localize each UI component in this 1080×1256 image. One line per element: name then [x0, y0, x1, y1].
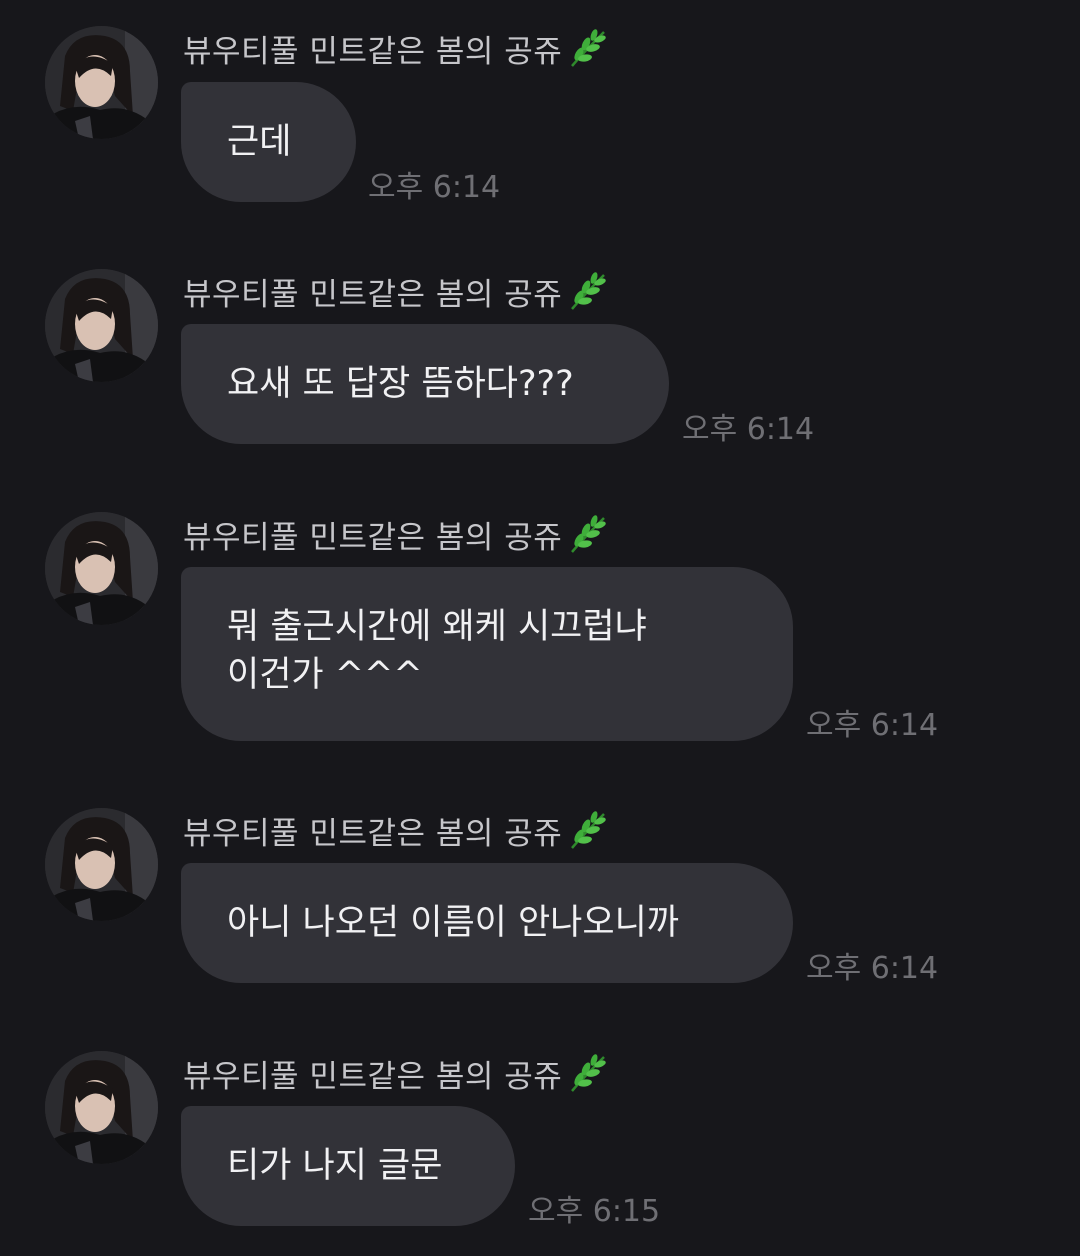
sender-header: 뷰우티풀 민트같은 봄의 공쥬	[183, 1051, 610, 1095]
sender-header: 뷰우티풀 민트같은 봄의 공쥬	[183, 26, 610, 70]
leaf-emoji-icon	[566, 26, 610, 70]
profile-photo	[45, 1051, 158, 1164]
message-time: 오후 6:15	[528, 1194, 661, 1229]
chat-message-list: 뷰우티풀 민트같은 봄의 공쥬 근데 오후 6:14 뷰우티풀 민트같은 봄의 …	[0, 0, 1080, 1256]
leaf-emoji-icon	[566, 1051, 610, 1095]
message-bubble[interactable]: 요새 또 답장 뜸하다???	[181, 324, 669, 444]
profile-photo	[45, 269, 158, 382]
avatar[interactable]	[45, 808, 158, 921]
sender-header: 뷰우티풀 민트같은 봄의 공쥬	[183, 808, 610, 852]
profile-photo	[45, 512, 158, 625]
sender-header: 뷰우티풀 민트같은 봄의 공쥬	[183, 512, 610, 556]
avatar[interactable]	[45, 26, 158, 139]
message-time: 오후 6:14	[368, 170, 501, 205]
leaf-emoji-icon	[566, 808, 610, 852]
message-time: 오후 6:14	[806, 951, 939, 986]
message-time: 오후 6:14	[682, 412, 815, 447]
message-bubble[interactable]: 티가 나지 글문	[181, 1106, 515, 1226]
sender-name: 뷰우티풀 민트같은 봄의 공쥬	[183, 276, 563, 313]
profile-photo	[45, 26, 158, 139]
message-bubble[interactable]: 뭐 출근시간에 왜케 시끄럽냐 이건가 ^^^	[181, 567, 793, 741]
avatar[interactable]	[45, 269, 158, 382]
leaf-emoji-icon	[566, 512, 610, 556]
sender-name: 뷰우티풀 민트같은 봄의 공쥬	[183, 1058, 563, 1095]
avatar[interactable]	[45, 512, 158, 625]
message-bubble[interactable]: 근데	[181, 82, 356, 202]
message-bubble[interactable]: 아니 나오던 이름이 안나오니까	[181, 863, 793, 983]
profile-photo	[45, 808, 158, 921]
sender-name: 뷰우티풀 민트같은 봄의 공쥬	[183, 815, 563, 852]
leaf-emoji-icon	[566, 269, 610, 313]
avatar[interactable]	[45, 1051, 158, 1164]
sender-name: 뷰우티풀 민트같은 봄의 공쥬	[183, 33, 563, 70]
message-time: 오후 6:14	[806, 708, 939, 743]
sender-header: 뷰우티풀 민트같은 봄의 공쥬	[183, 269, 610, 313]
sender-name: 뷰우티풀 민트같은 봄의 공쥬	[183, 519, 563, 556]
